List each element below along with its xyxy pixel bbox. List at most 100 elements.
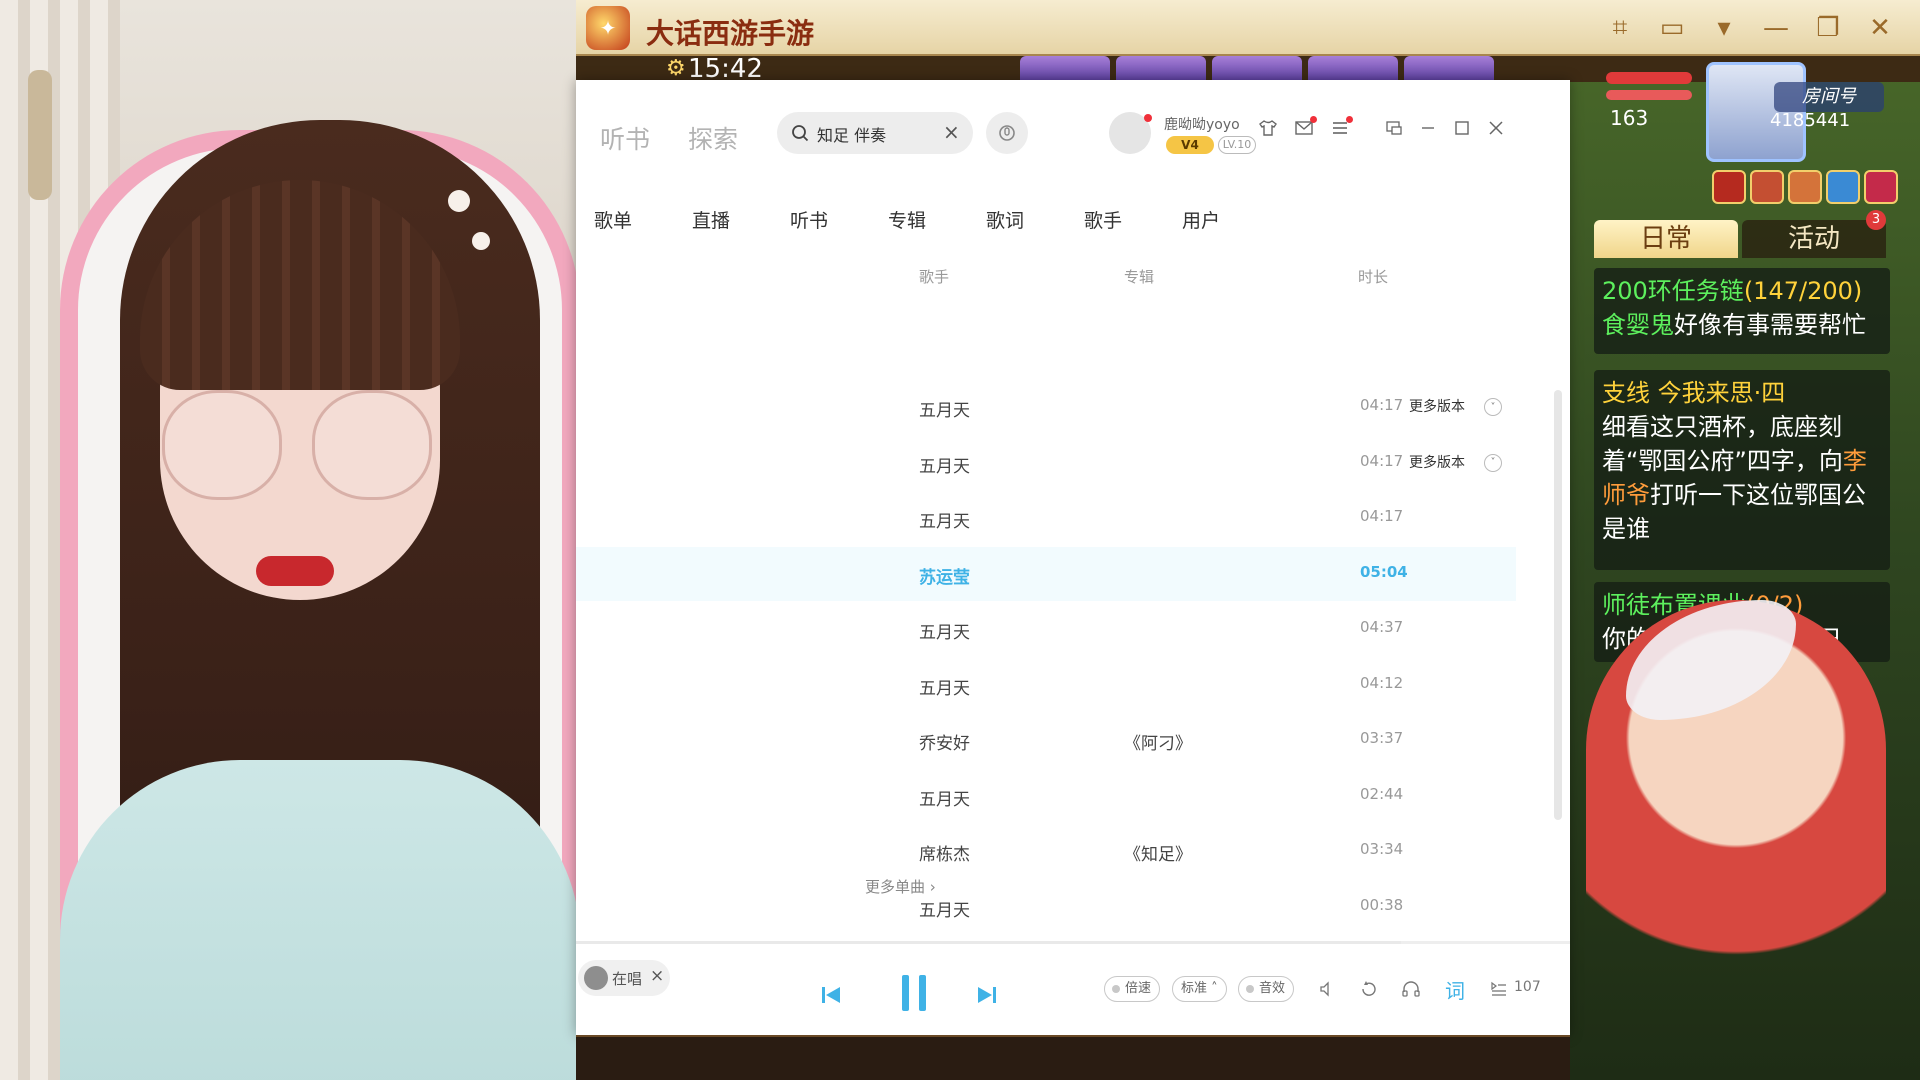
song-artist[interactable]: 五月天 [919, 507, 970, 532]
minimize-icon[interactable] [1416, 116, 1440, 140]
quality-button[interactable]: 标准 ˄ [1172, 976, 1227, 1002]
team-member-thumb[interactable] [1116, 56, 1206, 82]
tab-users[interactable]: 用户 [1182, 206, 1220, 233]
quality-label: 标准 [1181, 981, 1208, 996]
notification-dot [1144, 114, 1152, 122]
crop-icon[interactable]: ⌗ [1600, 8, 1640, 48]
table-row[interactable]: 五月天 04:17 更多版本 ˅ [576, 436, 1516, 490]
clear-search-icon[interactable]: × [943, 120, 960, 144]
song-artist[interactable]: 五月天 [919, 452, 970, 477]
table-row[interactable]: 五月天 04:37 [576, 602, 1516, 656]
close-icon[interactable]: × [650, 966, 664, 986]
skill-icon[interactable] [1712, 170, 1746, 204]
playlist-icon[interactable] [1486, 976, 1512, 1002]
table-row[interactable]: 五月天 02:44 [576, 769, 1516, 823]
tab-audiobooks[interactable]: 听书 [790, 206, 828, 233]
table-row[interactable]: 席栋杰 《知足》 03:34 [576, 824, 1516, 878]
player-level: 163 [1610, 106, 1649, 130]
dropdown-icon[interactable]: ▾ [1704, 8, 1744, 48]
song-artist[interactable]: 五月天 [919, 396, 970, 421]
sound-effect-button[interactable]: 音效 [1238, 976, 1295, 1002]
close-icon[interactable] [1484, 116, 1508, 140]
nav-explore[interactable]: 探索 [688, 120, 738, 156]
more-versions-button[interactable]: 更多版本 [1409, 452, 1465, 472]
column-header-duration[interactable]: 时长 [1358, 266, 1388, 287]
webcam-feed [0, 0, 576, 1080]
pause-button[interactable] [892, 968, 936, 1018]
table-row[interactable]: 五月天 04:17 [576, 491, 1516, 545]
gear-icon[interactable]: ⚙ [666, 56, 686, 82]
song-album[interactable]: 《阿刁》 [1124, 729, 1192, 754]
team-member-thumb[interactable] [1404, 56, 1494, 82]
scrollbar[interactable] [1554, 390, 1562, 820]
song-artist[interactable]: 五月天 [919, 896, 970, 921]
mini-mode-icon[interactable] [1382, 116, 1406, 140]
song-artist[interactable]: 席栋杰 [919, 840, 970, 865]
tab-live[interactable]: 直播 [692, 206, 730, 233]
team-member-thumb[interactable] [1212, 56, 1302, 82]
close-icon[interactable]: ✕ [1860, 8, 1900, 48]
voice-search-button[interactable] [986, 112, 1028, 154]
volume-icon[interactable] [1314, 976, 1340, 1002]
more-versions-button[interactable]: 更多版本 [1409, 396, 1465, 416]
song-duration: 04:12 [1360, 673, 1404, 692]
vip-badge[interactable]: V4 [1166, 136, 1214, 154]
maximize-icon[interactable] [1450, 116, 1474, 140]
now-singing-chip[interactable]: 在唱 × [578, 960, 670, 996]
search-icon [792, 125, 809, 142]
tab-lyrics[interactable]: 歌词 [986, 206, 1024, 233]
tab-albums[interactable]: 专辑 [888, 206, 926, 233]
next-track-button[interactable] [972, 980, 1002, 1010]
skin-icon[interactable] [1256, 116, 1280, 140]
quest-card[interactable]: 200环任务链(147/200) 食婴鬼好像有事需要帮忙 [1594, 268, 1890, 354]
skill-icon[interactable] [1750, 170, 1784, 204]
table-row[interactable]: 五月天 04:12 [576, 658, 1516, 712]
song-duration: 00:38 [1360, 895, 1404, 914]
quest-title: 师徒 [1602, 591, 1650, 619]
table-row[interactable]: 五月天 00:38 [576, 880, 1516, 934]
search-input[interactable]: 知足 伴奏 × [777, 112, 973, 154]
more-singles-link[interactable]: 更多单曲 › [865, 876, 936, 897]
progress-fill [576, 941, 1402, 944]
search-result-tabs: 歌单 直播 听书 专辑 歌词 歌手 用户 [594, 206, 1294, 236]
column-header-artist[interactable]: 歌手 [919, 266, 949, 287]
song-album[interactable]: 《知足》 [1124, 840, 1192, 865]
minimize-icon[interactable]: — [1756, 8, 1796, 48]
team-member-thumb[interactable] [1308, 56, 1398, 82]
song-artist[interactable]: 五月天 [919, 785, 970, 810]
song-artist[interactable]: 五月天 [919, 674, 970, 699]
speed-button[interactable]: 倍速 [1104, 976, 1161, 1002]
table-row[interactable]: 五月天 04:17 更多版本 ˅ [576, 380, 1516, 434]
chat-icon[interactable]: ▭ [1652, 8, 1692, 48]
column-header-album[interactable]: 专辑 [1124, 266, 1154, 287]
team-member-thumb[interactable] [1020, 56, 1110, 82]
chevron-down-icon[interactable]: ˅ [1484, 398, 1502, 416]
table-row[interactable]: 乔安好 《阿刁》 03:37 [576, 713, 1516, 767]
tab-daily[interactable]: 日常 [1594, 220, 1738, 258]
level-badge: LV.10 [1218, 136, 1256, 154]
table-row[interactable]: 苏运莹 05:04 [576, 546, 1516, 601]
skill-icon[interactable] [1864, 170, 1898, 204]
headphones-icon[interactable] [1398, 976, 1424, 1002]
repeat-icon[interactable] [1356, 976, 1382, 1002]
restore-icon[interactable]: ❐ [1808, 8, 1848, 48]
quest-title: 支线 今我来思·四 [1602, 379, 1786, 407]
hp-bar [1606, 72, 1692, 84]
song-artist[interactable]: 五月天 [919, 618, 970, 643]
skill-icon[interactable] [1788, 170, 1822, 204]
tab-artists[interactable]: 歌手 [1084, 206, 1122, 233]
effect-dot-icon [1246, 985, 1254, 993]
song-artist[interactable]: 乔安好 [919, 729, 970, 754]
tab-activity[interactable]: 活动 [1742, 220, 1886, 258]
user-name[interactable]: 鹿呦呦yoyo [1164, 114, 1240, 134]
nav-audiobooks[interactable]: 听书 [600, 120, 650, 156]
lyrics-button[interactable]: 词 [1442, 976, 1468, 1003]
previous-track-button[interactable] [816, 980, 846, 1010]
curtain-tassel [28, 70, 52, 200]
tab-playlists[interactable]: 歌单 [594, 206, 632, 233]
quest-card[interactable]: 支线 今我来思·四 细看这只酒杯，底座刻着“鄂国公府”四字，向李师爷打听一下这位… [1594, 370, 1890, 570]
skill-icon[interactable] [1826, 170, 1860, 204]
chevron-down-icon[interactable]: ˅ [1484, 453, 1502, 472]
room-badge: 房间号 [1774, 82, 1884, 112]
song-artist[interactable]: 苏运莹 [919, 563, 970, 588]
